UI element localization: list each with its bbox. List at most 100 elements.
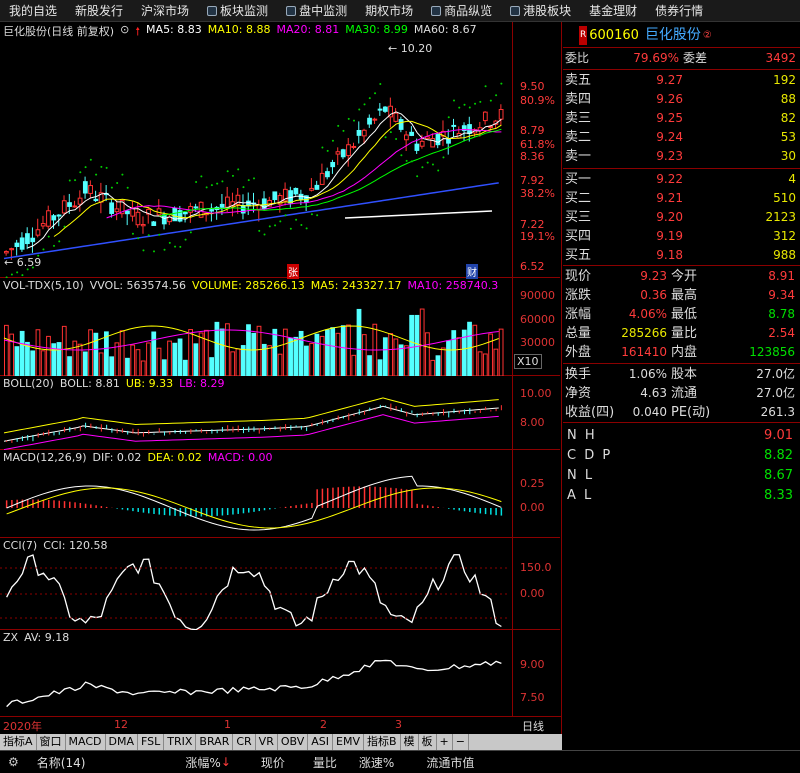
indicator-tab[interactable]: TRIX [164, 734, 197, 750]
bid-row: 买五 9.18 988 [563, 246, 800, 265]
price-axis-label: 19.1% [520, 230, 555, 243]
col-name[interactable]: 名称(14) [37, 754, 86, 771]
indicator-tab[interactable]: ASI [308, 734, 334, 750]
extra-label: N H [567, 428, 597, 443]
nav-label: 港股板块 [523, 3, 572, 18]
stat-row: 外盘 161410 内盘 123856 [563, 343, 800, 362]
cci-panel[interactable]: CCI(7) CCI: 120.58 150.0 0.00 [0, 538, 560, 630]
zx-panel[interactable]: ZX AV: 9.18 9.00 7.50 [0, 630, 560, 716]
stat-label: 涨跌 [565, 288, 592, 303]
bid-label: 买五 [565, 248, 592, 263]
extra-label: N L [567, 468, 595, 483]
indicator-tab[interactable]: 模 [401, 734, 419, 750]
stat-value: 2.54 [768, 326, 795, 340]
stat-value: 8.91 [768, 269, 795, 283]
nav-label: 商品纵览 [444, 3, 493, 18]
indicator-tab[interactable]: OBV [278, 734, 309, 750]
nav-item-3[interactable]: 板块监测 [198, 0, 277, 22]
volume-panel[interactable]: VOL-TDX(5,10) VVOL: 563574.56 VOLUME: 28… [0, 278, 560, 376]
stat-value: 9.34 [768, 288, 795, 302]
nav-label: 沪深市场 [141, 3, 190, 18]
extra-row: N L 8.67 [563, 466, 800, 485]
bid-row: 买二 9.21 510 [563, 189, 800, 208]
fin-row: 收益(四) 0.040 PE(动) 261.3 [563, 403, 800, 422]
nav-item-2[interactable]: 沪深市场 [132, 0, 198, 22]
fin-row: 净资 4.63 流通 27.0亿 [563, 384, 800, 403]
ask-volume: 30 [780, 149, 796, 163]
ask-volume: 88 [780, 92, 796, 106]
stock-code: 600160 [589, 27, 639, 43]
indicator-tab[interactable]: DMA [106, 734, 139, 750]
nav-item-4[interactable]: 盘中监测 [277, 0, 356, 22]
bid-volume: 2123 [765, 210, 796, 224]
ask-price: 9.26 [656, 92, 683, 106]
indicator-tab[interactable]: VR [256, 734, 278, 750]
ask-volume: 82 [780, 111, 796, 125]
price-axis-label: 8.36 [520, 150, 545, 163]
indicator-tab[interactable]: MACD [66, 734, 106, 750]
ask-price: 9.25 [656, 111, 683, 125]
fin-label: 收益(四) [565, 405, 615, 420]
ask-price: 9.24 [656, 130, 683, 144]
indicator-tab[interactable]: 指标A [0, 734, 37, 750]
indicator-tab[interactable]: 板 [419, 734, 437, 750]
fin-value: 1.06% [628, 367, 667, 381]
macd-panel[interactable]: MACD(12,26,9) DIF: 0.02 DEA: 0.02 MACD: … [0, 450, 560, 538]
ask-row: 卖三 9.25 82 [563, 109, 800, 128]
nav-item-1[interactable]: 新股发行 [66, 0, 132, 22]
col-float-cap[interactable]: 流通市值 [426, 754, 474, 771]
fin-value: 261.3 [760, 405, 795, 419]
indicator-tab[interactable]: 指标B [364, 734, 401, 750]
bottom-list-header: ⚙ 名称(14) 涨幅% ↓ 现价 量比 涨速% 流通市值 [0, 750, 800, 773]
stock-name: 巨化股份 [644, 26, 701, 43]
nav-item-5[interactable]: 期权市场 [356, 0, 422, 22]
price-axis-label: 38.2% [520, 187, 555, 200]
indicator-tab[interactable]: − [453, 734, 469, 750]
col-price[interactable]: 现价 [261, 754, 285, 771]
stock-header: R 600160 巨化股份 ② [579, 25, 712, 45]
nav-item-0[interactable]: 我的自选 [0, 0, 66, 22]
col-change[interactable]: 涨幅% [185, 754, 220, 771]
fin-value: 27.0亿 [756, 367, 795, 381]
nav-item-7[interactable]: 港股板块 [501, 0, 580, 22]
stat-label: 今开 [671, 269, 698, 284]
fin-value: 4.63 [640, 386, 667, 400]
ask-row: 卖二 9.24 53 [563, 128, 800, 147]
ask-row: 卖四 9.26 88 [563, 90, 800, 109]
bid-price: 9.19 [656, 229, 683, 243]
ask-row: 卖五 9.27 192 [563, 71, 800, 90]
extra-value: 8.82 [764, 448, 793, 463]
fin-label: 流通 [671, 386, 698, 401]
indicator-tab[interactable]: + [437, 734, 453, 750]
extra-value: 8.33 [764, 488, 793, 503]
gear-icon[interactable]: ⚙ [8, 755, 19, 769]
nav-item-6[interactable]: 商品纵览 [422, 0, 501, 22]
ask-price: 9.23 [656, 149, 683, 163]
stat-label: 现价 [565, 269, 592, 284]
extra-value: 8.67 [764, 468, 793, 483]
stat-label: 外盘 [565, 345, 592, 360]
indicator-tab[interactable]: FSL [138, 734, 165, 750]
bid-volume: 312 [773, 229, 796, 243]
price-panel[interactable]: 巨化股份(日线 前复权) ⊙ 🠕 MA5: 8.83 MA10: 8.88 MA20… [0, 22, 560, 279]
nav-item-8[interactable]: 基金理财 [580, 0, 646, 22]
col-speed[interactable]: 涨速% [359, 754, 394, 771]
nav-item-9[interactable]: 债券行情 [646, 0, 712, 22]
indicator-tab[interactable]: CR [233, 734, 256, 750]
bid-price: 9.18 [656, 248, 683, 262]
nav-icon [286, 5, 297, 16]
col-volume-ratio[interactable]: 量比 [313, 754, 337, 771]
period-label[interactable]: 日线 [522, 718, 544, 734]
bid-label: 买二 [565, 191, 592, 206]
stat-row: 涨跌 0.36 最高 9.34 [563, 286, 800, 305]
fin-value: 27.0亿 [756, 386, 795, 400]
price-axis-label: 7.92 [520, 174, 545, 187]
circled-2-icon: ② [702, 29, 712, 41]
stat-value: 285266 [621, 326, 667, 340]
indicator-tab[interactable]: EMV [333, 734, 364, 750]
indicator-tab[interactable]: BRAR [196, 734, 234, 750]
indicator-tab[interactable]: 窗口 [37, 734, 66, 750]
stat-label: 量比 [671, 326, 698, 341]
boll-panel[interactable]: BOLL(20) BOLL: 8.81 UB: 9.33 LB: 8.29 10… [0, 376, 560, 450]
ask-volume: 192 [773, 73, 796, 87]
